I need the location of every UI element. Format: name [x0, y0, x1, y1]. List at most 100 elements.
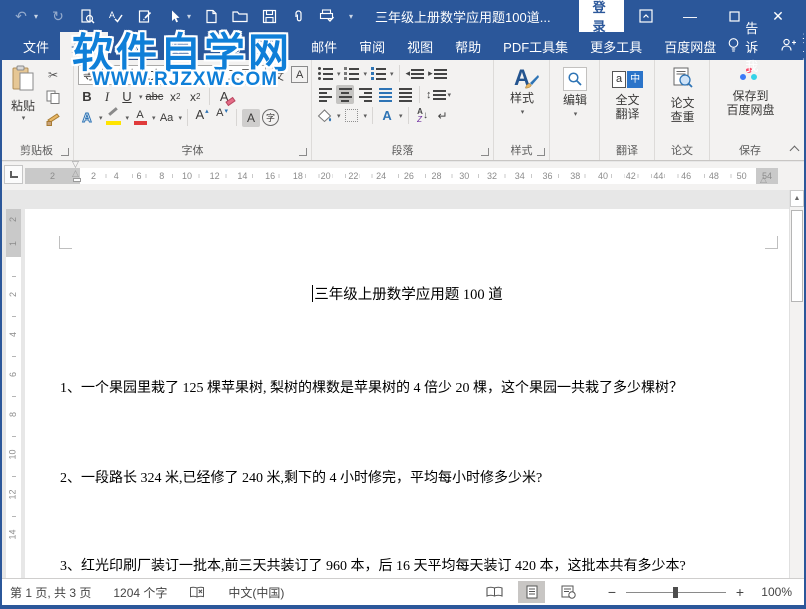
font-size-dropdown-icon[interactable]: ▾ — [258, 71, 262, 79]
bullets-button[interactable] — [316, 64, 334, 83]
zoom-out-button[interactable]: − — [606, 584, 618, 600]
collapse-ribbon-icon[interactable] — [790, 145, 798, 153]
spellcheck-icon[interactable]: A — [107, 7, 125, 25]
touch-mode-dropdown-icon[interactable]: ▾ — [187, 12, 191, 21]
page-indicator[interactable]: 第 1 页, 共 3 页 — [10, 584, 91, 601]
tab-selector-button[interactable] — [4, 165, 23, 184]
styles-button[interactable]: A 样式 ▾ — [498, 63, 546, 116]
line-spacing-button[interactable]: ↕▾ — [425, 85, 452, 104]
paste-button[interactable]: 粘贴 ▾ — [4, 63, 42, 144]
tab-references[interactable]: 引用 — [252, 32, 300, 60]
font-color-button[interactable]: A — [131, 108, 149, 127]
character-border-button[interactable]: A — [291, 66, 308, 83]
quick-print-icon[interactable] — [318, 7, 336, 25]
minimize-button[interactable]: — — [668, 1, 712, 31]
edit-document-icon[interactable] — [136, 7, 154, 25]
proofing-status-icon[interactable] — [189, 586, 206, 599]
qat-customize-icon[interactable]: ▾ — [349, 12, 353, 21]
scroll-up-icon[interactable]: ▲ — [790, 190, 804, 207]
align-right-button[interactable] — [356, 85, 374, 104]
tab-view[interactable]: 视图 — [396, 32, 444, 60]
horizontal-ruler[interactable]: 2 24681012141618202224262830323436384042… — [25, 168, 778, 184]
tab-help[interactable]: 帮助 — [444, 32, 492, 60]
text-effects-dropdown-icon[interactable]: ▾ — [99, 114, 103, 122]
translate-button[interactable]: a 中 全文 翻译 — [604, 63, 651, 122]
shading-button[interactable] — [316, 106, 334, 125]
tab-baidu-netdisk[interactable]: 百度网盘 — [653, 32, 727, 60]
print-layout-button[interactable] — [518, 581, 545, 603]
ribbon-display-options-button[interactable] — [624, 1, 668, 31]
sort-button[interactable]: AZ↓ — [414, 106, 432, 125]
zoom-slider[interactable] — [626, 592, 726, 593]
problem-2-text[interactable]: 2、一段路长 324 米,已经修了 240 米,剩下的 4 小时修完，平均每小时… — [60, 467, 762, 487]
increase-indent-button[interactable]: ▸ — [427, 64, 448, 83]
phonetic-guide-button[interactable]: wén 文 — [272, 66, 285, 83]
font-name-dropdown-icon[interactable]: ▾ — [209, 71, 213, 79]
tell-me-button[interactable]: 告诉我 — [727, 18, 758, 75]
paper-check-button[interactable]: 论文 查重 — [659, 63, 706, 125]
editing-button[interactable]: 编辑 ▾ — [554, 63, 596, 118]
attachment-icon[interactable] — [289, 7, 307, 25]
underline-button[interactable]: U — [118, 87, 136, 106]
cut-icon[interactable]: ✂ — [42, 66, 64, 84]
tab-design[interactable]: 设计 — [156, 32, 204, 60]
enclose-characters-button[interactable]: 字 — [262, 109, 279, 126]
left-indent-marker[interactable] — [73, 178, 81, 182]
bold-button[interactable]: B — [78, 87, 96, 106]
styles-dialog-launcher-icon[interactable] — [537, 148, 545, 156]
zoom-slider-handle[interactable] — [673, 587, 678, 598]
tab-more-tools[interactable]: 更多工具 — [579, 32, 653, 60]
shrink-font-button[interactable]: A▾ — [213, 108, 231, 127]
borders-button[interactable] — [343, 106, 361, 125]
asian-layout-dropdown-icon[interactable]: ▾ — [399, 112, 403, 120]
underline-dropdown-icon[interactable]: ▾ — [139, 93, 143, 101]
show-hide-marks-button[interactable]: ↵ — [434, 106, 452, 125]
strikethrough-button[interactable]: abc — [145, 87, 165, 106]
document-title-line[interactable]: 三年级上册数学应用题 100 道 — [25, 283, 790, 304]
multilevel-dropdown-icon[interactable]: ▾ — [390, 70, 394, 78]
subscript-button[interactable]: x2 — [166, 87, 184, 106]
align-left-button[interactable] — [316, 85, 334, 104]
align-center-button[interactable] — [336, 85, 354, 104]
bullets-dropdown-icon[interactable]: ▾ — [337, 70, 341, 78]
web-layout-button[interactable] — [555, 581, 582, 603]
font-name-combobox[interactable]: 等线 (中文正文) ▾ — [78, 65, 218, 85]
paragraph-dialog-launcher-icon[interactable] — [481, 148, 489, 156]
numbering-dropdown-icon[interactable]: ▾ — [364, 70, 368, 78]
problem-1-text[interactable]: 1、一个果园里栽了 125 棵苹果树, 梨树的棵数是苹果树的 4 倍少 20 棵… — [60, 377, 762, 397]
font-size-combobox[interactable]: 五号 ▾ — [223, 65, 266, 85]
font-dialog-launcher-icon[interactable] — [299, 148, 307, 156]
document-page[interactable]: 三年级上册数学应用题 100 道 1、一个果园里栽了 125 棵苹果树, 梨树的… — [25, 209, 790, 578]
tab-pdf-tools[interactable]: PDF工具集 — [492, 32, 579, 60]
distribute-button[interactable] — [396, 85, 414, 104]
language-indicator[interactable]: 中文(中国) — [228, 584, 284, 601]
tab-review[interactable]: 审阅 — [348, 32, 396, 60]
vertical-ruler[interactable]: 21 2468101214 — [6, 209, 21, 578]
borders-dropdown-icon[interactable]: ▾ — [364, 112, 368, 120]
superscript-button[interactable]: x2 — [186, 87, 204, 106]
tab-layout[interactable]: 布局 — [204, 32, 252, 60]
shading-dropdown-icon[interactable]: ▾ — [337, 112, 341, 120]
print-preview-icon[interactable] — [78, 7, 96, 25]
open-folder-icon[interactable] — [231, 7, 249, 25]
touch-mode-icon[interactable] — [165, 7, 183, 25]
redo-icon[interactable]: ↻ — [49, 7, 67, 25]
italic-button[interactable]: I — [98, 87, 116, 106]
vertical-scrollbar[interactable]: ▲ — [789, 190, 804, 578]
share-button[interactable]: 共享 — [780, 27, 806, 65]
decrease-indent-button[interactable]: ◂ — [405, 64, 426, 83]
numbering-button[interactable] — [343, 64, 361, 83]
zoom-percentage[interactable]: 100% — [754, 585, 792, 599]
clear-formatting-button[interactable]: A — [215, 87, 233, 106]
paste-dropdown-icon[interactable]: ▾ — [22, 114, 26, 122]
clipboard-dialog-launcher-icon[interactable] — [61, 148, 69, 156]
format-painter-icon[interactable] — [42, 110, 64, 128]
zoom-in-button[interactable]: + — [734, 584, 746, 600]
text-effects-button[interactable]: A — [78, 108, 96, 127]
tab-file[interactable]: 文件 — [12, 32, 60, 60]
new-document-icon[interactable] — [202, 7, 220, 25]
change-case-button[interactable]: Aa — [158, 108, 176, 127]
save-icon[interactable] — [260, 7, 278, 25]
highlight-color-button[interactable] — [105, 109, 123, 126]
read-mode-button[interactable] — [481, 581, 508, 603]
